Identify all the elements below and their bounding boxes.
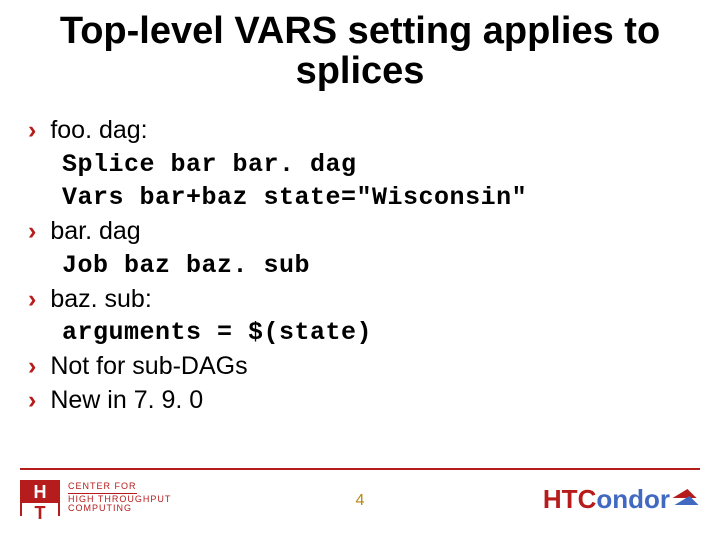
htc-center-text: CENTER FOR HIGH THROUGHPUT COMPUTING [68,482,171,515]
slide-title: Top-level VARS setting applies to splice… [28,12,692,92]
htc-line2: HIGH THROUGHPUT [68,494,171,504]
bullet-text: Not for sub-DAGs [50,350,692,384]
bullet-new-version: › New in 7. 9. 0 [28,384,692,418]
bullet-bar-dag: › bar. dag [28,215,692,249]
code-job: Job baz baz. sub [28,249,692,283]
htc-line1: CENTER FOR [68,482,137,494]
bullet-text: New in 7. 9. 0 [50,384,692,418]
ht-box-icon: H T [20,480,60,516]
slide: Top-level VARS setting applies to splice… [0,0,720,540]
logo-htcondor: HTCondor [543,484,700,515]
bullet-baz-sub: › baz. sub: [28,283,692,317]
code-vars: Vars bar+baz state="Wisconsin" [28,181,692,215]
bullet-text: foo. dag: [50,114,692,148]
footer: H T CENTER FOR HIGH THROUGHPUT COMPUTING… [20,468,700,528]
condor-bird-icon [674,489,700,511]
ht-box-h: H [22,482,58,503]
bullet-marker-icon: › [28,350,36,384]
htcondor-ondor: ondor [596,484,670,515]
bullet-marker-icon: › [28,283,36,317]
logo-htc-center: H T CENTER FOR HIGH THROUGHPUT COMPUTING [20,480,171,516]
htcondor-text: HTCondor [543,484,670,515]
bullet-not-subdags: › Not for sub-DAGs [28,350,692,384]
code-splice: Splice bar bar. dag [28,148,692,182]
bullet-text: bar. dag [50,215,692,249]
bullet-marker-icon: › [28,114,36,148]
bullet-marker-icon: › [28,215,36,249]
bullet-foo-dag: › foo. dag: [28,114,692,148]
bullet-text: baz. sub: [50,283,692,317]
htcondor-ht: HTC [543,484,596,515]
ht-box-t: T [22,503,58,524]
htc-line3: COMPUTING [68,503,132,513]
bullet-marker-icon: › [28,384,36,418]
slide-content: › foo. dag: Splice bar bar. dag Vars bar… [28,114,692,418]
code-arguments: arguments = $(state) [28,316,692,350]
